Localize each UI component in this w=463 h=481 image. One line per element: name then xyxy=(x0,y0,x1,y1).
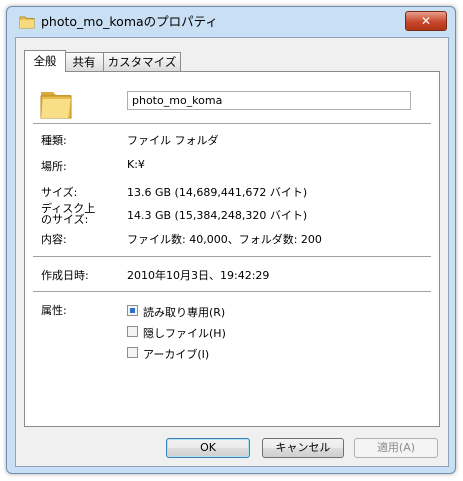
general-tab-panel: 種類: ファイル フォルダ 場所: K:¥ サイズ: 13.6 GB (14,6… xyxy=(24,71,440,427)
folder-large-icon xyxy=(40,92,72,119)
disk-size-label: ディスク上 のサイズ: xyxy=(41,203,95,225)
folder-icon xyxy=(19,16,35,29)
type-label: 種類: xyxy=(41,134,67,147)
readonly-checkbox-label[interactable]: 読み取り専用(R) xyxy=(143,304,225,320)
window-title: photo_mo_komaのプロパティ xyxy=(41,14,218,29)
disk-size-value: 14.3 GB (15,384,248,320 バイト) xyxy=(127,209,308,222)
separator xyxy=(33,291,431,292)
archive-checkbox-label[interactable]: アーカイブ(I) xyxy=(143,346,209,362)
hidden-checkbox-box[interactable] xyxy=(127,326,138,337)
size-label: サイズ: xyxy=(41,186,78,199)
properties-window: photo_mo_komaのプロパティ ✕ 全般 共有 カスタマイズ 種類: フ… xyxy=(6,6,456,474)
separator xyxy=(33,123,431,124)
type-value: ファイル フォルダ xyxy=(127,134,219,147)
ok-button[interactable]: OK xyxy=(166,438,250,458)
size-value: 13.6 GB (14,689,441,672 バイト) xyxy=(127,186,308,199)
folder-name-input[interactable] xyxy=(127,91,411,110)
contents-label: 内容: xyxy=(41,233,67,246)
attributes-label: 属性: xyxy=(41,304,67,317)
location-label: 場所: xyxy=(41,160,67,173)
tab-sharing[interactable]: 共有 xyxy=(64,52,104,71)
cancel-button[interactable]: キャンセル xyxy=(262,438,344,458)
archive-checkbox-box[interactable] xyxy=(127,347,138,358)
hidden-checkbox-label[interactable]: 隠しファイル(H) xyxy=(143,325,226,341)
disk-size-label-line2: のサイズ: xyxy=(41,213,89,226)
readonly-checkbox-box[interactable] xyxy=(127,305,138,316)
close-button[interactable]: ✕ xyxy=(405,11,447,31)
location-value: K:¥ xyxy=(127,158,145,171)
tab-customize[interactable]: カスタマイズ xyxy=(103,52,181,71)
client-area: 全般 共有 カスタマイズ 種類: ファイル フォルダ 場所: K:¥ サイズ: … xyxy=(15,37,449,467)
separator xyxy=(33,256,431,257)
created-label: 作成日時: xyxy=(41,269,89,282)
created-value: 2010年10月3日、19:42:29 xyxy=(127,269,270,282)
title-bar[interactable]: photo_mo_komaのプロパティ ✕ xyxy=(7,7,455,37)
contents-value: ファイル数: 40,000、フォルダ数: 200 xyxy=(127,233,322,246)
apply-button[interactable]: 適用(A) xyxy=(354,438,438,458)
tab-general[interactable]: 全般 xyxy=(24,50,66,72)
